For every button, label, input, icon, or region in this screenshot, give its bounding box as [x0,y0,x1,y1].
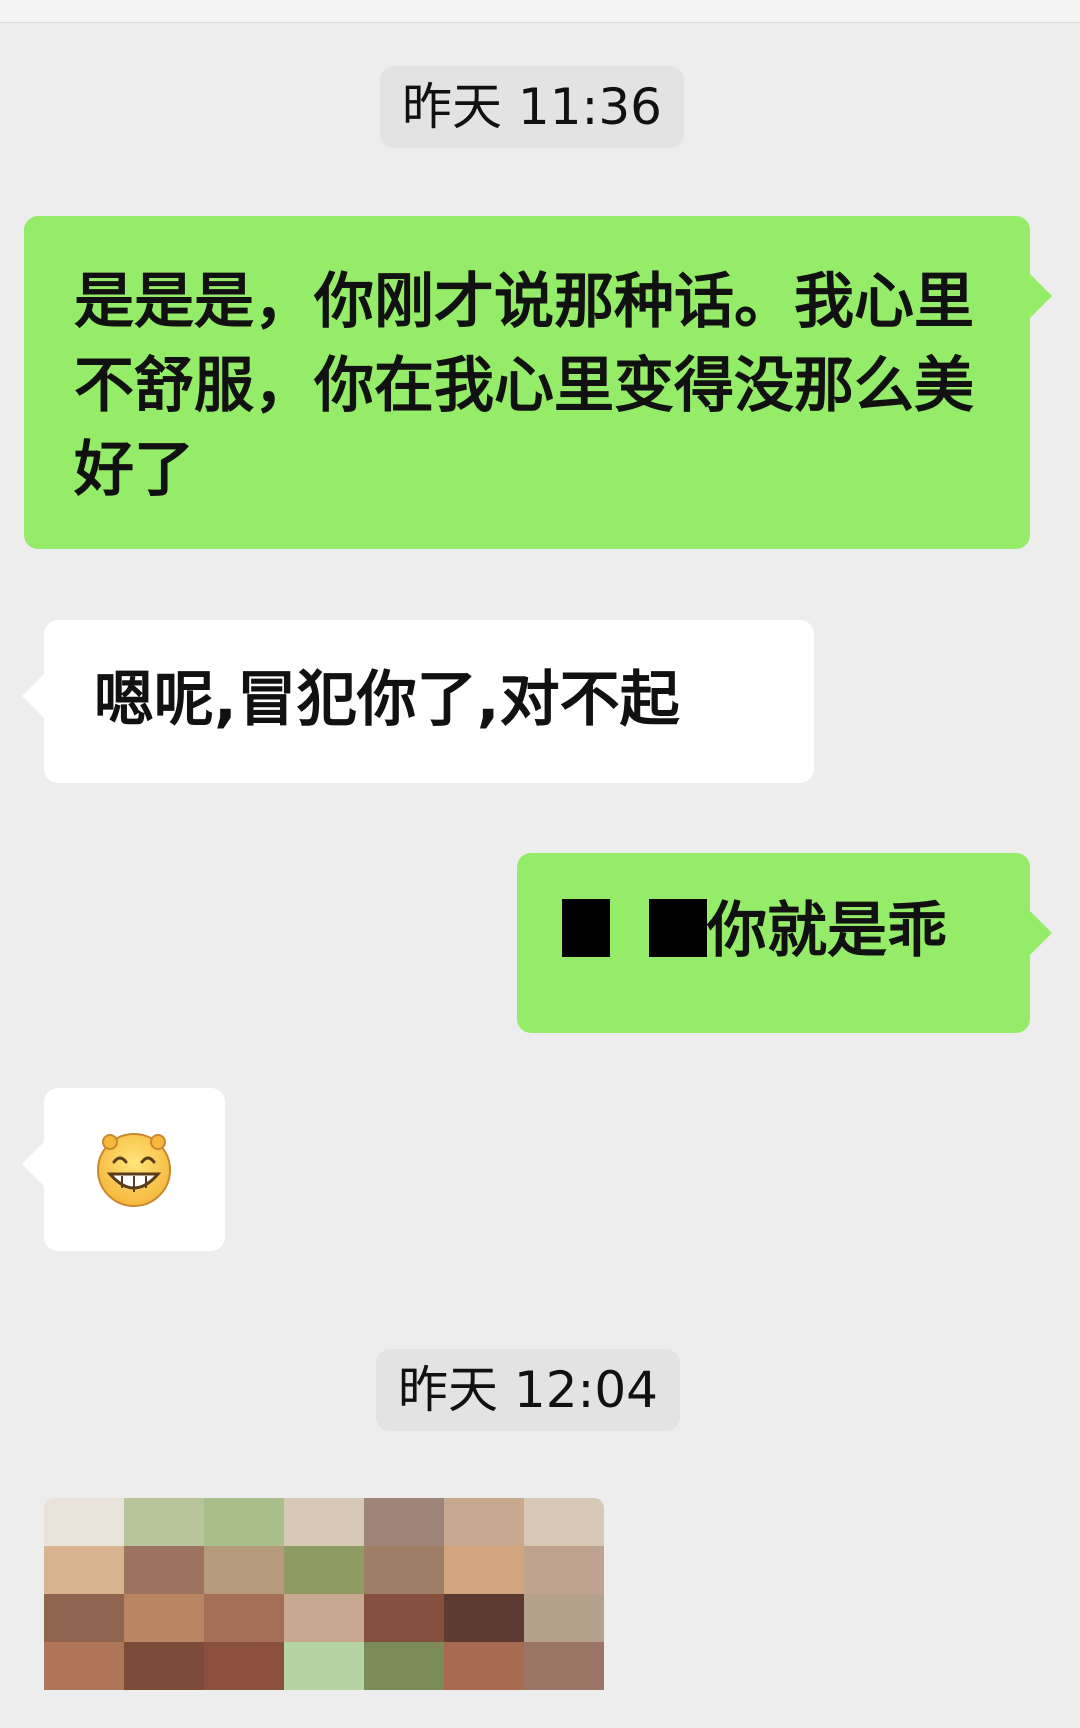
redaction-block [562,899,610,957]
message-text: 嗯呢,冒犯你了,对不起 [94,665,680,735]
image-tile [444,1642,524,1690]
image-tile [524,1546,604,1594]
image-tile [364,1594,444,1642]
image-tile [444,1546,524,1594]
pixelated-image[interactable] [44,1498,604,1728]
image-tile [284,1546,364,1594]
image-tile [524,1498,604,1546]
timestamp-2: 昨天 12:04 [376,1349,680,1431]
timestamp-1: 昨天 11:36 [380,66,684,148]
message-text: 是是是，你刚才说那种话。我心里不舒服，你在我心里变得没那么美好了 [74,267,974,505]
image-tile [364,1498,444,1546]
image-tile [364,1642,444,1690]
image-tile [44,1594,124,1642]
image-tile [124,1498,204,1546]
sent-message-1[interactable]: 是是是，你刚才说那种话。我心里不舒服，你在我心里变得没那么美好了 [24,216,1052,549]
image-tile [44,1498,124,1546]
image-tile [284,1642,364,1690]
message-text: 你就是乖 [707,896,947,966]
received-message-2[interactable] [22,1088,225,1251]
image-tile [364,1546,444,1594]
image-tile [204,1498,284,1546]
sent-message-2[interactable]: 你就是乖 [517,853,1052,1033]
grin-emoji [94,1128,174,1208]
image-tile [444,1594,524,1642]
image-tile [444,1498,524,1546]
image-tile [124,1642,204,1690]
image-tile [524,1642,604,1690]
redaction-block [649,899,707,957]
image-tile [284,1594,364,1642]
image-tile [524,1594,604,1642]
image-tile [124,1546,204,1594]
image-tile [204,1594,284,1642]
received-message-1[interactable]: 嗯呢,冒犯你了,对不起 [22,620,814,783]
image-tile [204,1546,284,1594]
image-tile [44,1642,124,1690]
image-tile [44,1546,124,1594]
image-tile [284,1498,364,1546]
image-tile [204,1642,284,1690]
top-divider [0,0,1080,23]
image-tile [124,1594,204,1642]
